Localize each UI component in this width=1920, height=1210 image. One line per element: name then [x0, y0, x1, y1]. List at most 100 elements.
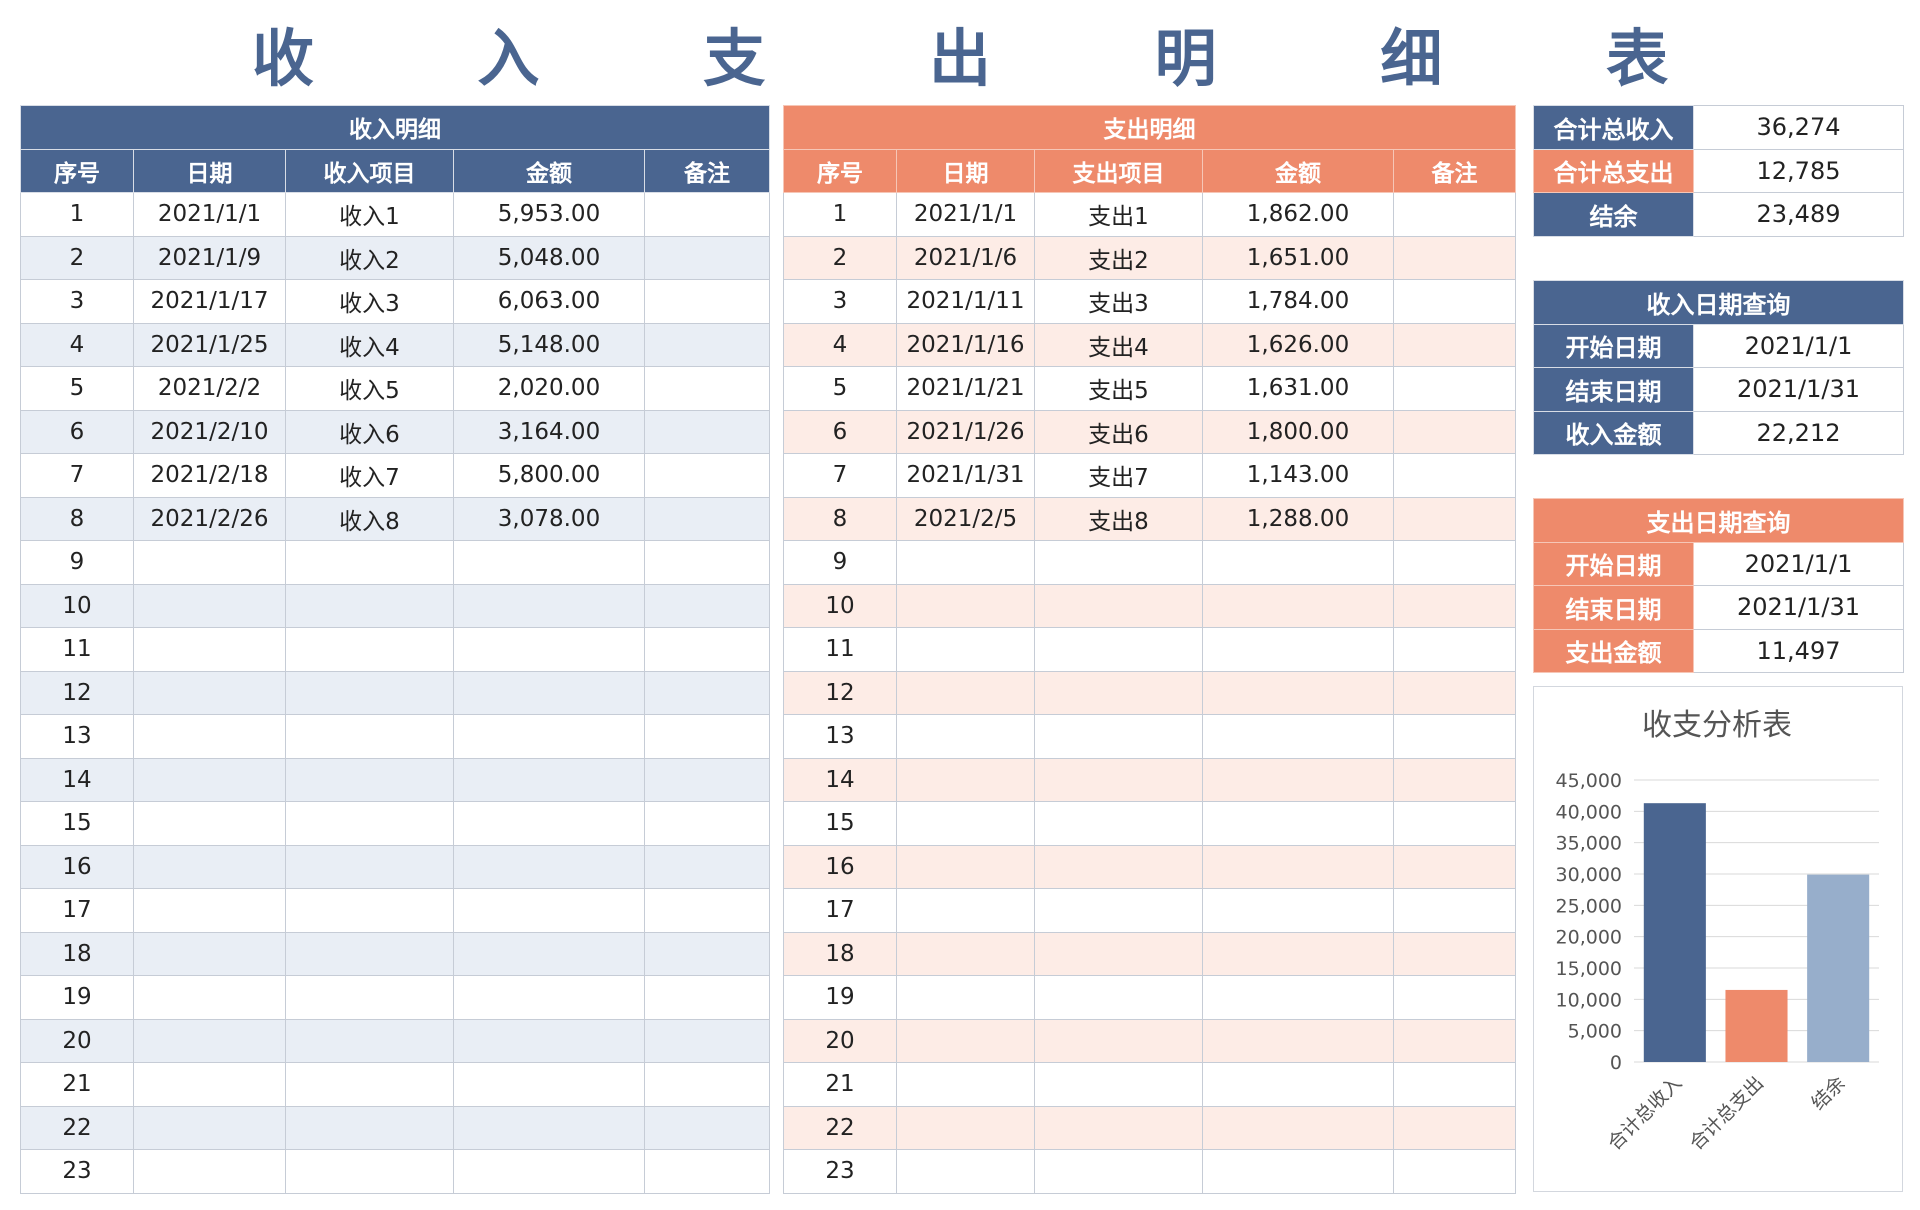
date-cell[interactable]: [896, 627, 1035, 672]
row-number-cell[interactable]: 20: [20, 1018, 134, 1063]
amount-cell[interactable]: [1202, 844, 1394, 889]
date-cell[interactable]: 2021/2/10: [133, 409, 286, 454]
summary-value[interactable]: 23,489: [1693, 192, 1904, 237]
item-cell[interactable]: 支出3: [1034, 279, 1203, 324]
amount-cell[interactable]: [453, 975, 645, 1020]
note-cell[interactable]: [643, 1105, 771, 1150]
row-number-cell[interactable]: 23: [20, 1149, 134, 1194]
item-cell[interactable]: [1034, 801, 1203, 846]
note-cell[interactable]: [643, 975, 771, 1020]
item-cell[interactable]: [285, 714, 454, 759]
note-cell[interactable]: [1392, 975, 1517, 1020]
row-number-cell[interactable]: 21: [20, 1062, 134, 1107]
date-cell[interactable]: [896, 1105, 1035, 1150]
item-cell[interactable]: 收入2: [285, 235, 454, 280]
amount-cell[interactable]: [1202, 540, 1394, 585]
date-cell[interactable]: [133, 844, 286, 889]
row-number-cell[interactable]: 14: [783, 757, 897, 802]
item-cell[interactable]: [1034, 540, 1203, 585]
item-cell[interactable]: [285, 670, 454, 715]
amount-cell[interactable]: 1,800.00: [1202, 409, 1394, 454]
row-number-cell[interactable]: 10: [20, 583, 134, 628]
date-cell[interactable]: 2021/2/18: [133, 453, 286, 498]
query-value[interactable]: 2021/1/1: [1693, 541, 1904, 586]
note-cell[interactable]: [643, 1018, 771, 1063]
item-cell[interactable]: 收入4: [285, 322, 454, 367]
amount-cell[interactable]: [1202, 1062, 1394, 1107]
item-cell[interactable]: [1034, 1062, 1203, 1107]
date-cell[interactable]: [896, 1018, 1035, 1063]
amount-cell[interactable]: [1202, 627, 1394, 672]
item-cell[interactable]: [285, 1062, 454, 1107]
row-number-cell[interactable]: 19: [20, 975, 134, 1020]
item-cell[interactable]: [285, 888, 454, 933]
amount-cell[interactable]: [1202, 1105, 1394, 1150]
note-cell[interactable]: [643, 453, 771, 498]
row-number-cell[interactable]: 16: [783, 844, 897, 889]
row-number-cell[interactable]: 7: [20, 453, 134, 498]
note-cell[interactable]: [1392, 931, 1517, 976]
note-cell[interactable]: [643, 540, 771, 585]
amount-cell[interactable]: [453, 1149, 645, 1194]
date-cell[interactable]: [896, 670, 1035, 715]
item-cell[interactable]: 支出8: [1034, 496, 1203, 541]
query-value[interactable]: 22,212: [1693, 410, 1904, 455]
item-cell[interactable]: 收入3: [285, 279, 454, 324]
note-cell[interactable]: [643, 1149, 771, 1194]
amount-cell[interactable]: 5,048.00: [453, 235, 645, 280]
note-cell[interactable]: [1392, 235, 1517, 280]
item-cell[interactable]: [1034, 1105, 1203, 1150]
note-cell[interactable]: [643, 496, 771, 541]
amount-cell[interactable]: 6,063.00: [453, 279, 645, 324]
item-cell[interactable]: 支出7: [1034, 453, 1203, 498]
note-cell[interactable]: [1392, 366, 1517, 411]
date-cell[interactable]: [133, 1018, 286, 1063]
note-cell[interactable]: [1392, 583, 1517, 628]
row-number-cell[interactable]: 16: [20, 844, 134, 889]
row-number-cell[interactable]: 13: [20, 714, 134, 759]
amount-cell[interactable]: [453, 888, 645, 933]
query-value[interactable]: 2021/1/31: [1693, 585, 1904, 630]
row-number-cell[interactable]: 6: [20, 409, 134, 454]
amount-cell[interactable]: [453, 1018, 645, 1063]
date-cell[interactable]: [133, 931, 286, 976]
date-cell[interactable]: [896, 583, 1035, 628]
row-number-cell[interactable]: 6: [783, 409, 897, 454]
note-cell[interactable]: [643, 714, 771, 759]
item-cell[interactable]: [285, 931, 454, 976]
note-cell[interactable]: [1392, 888, 1517, 933]
amount-cell[interactable]: [1202, 1149, 1394, 1194]
note-cell[interactable]: [1392, 409, 1517, 454]
date-cell[interactable]: [133, 1105, 286, 1150]
row-number-cell[interactable]: 17: [783, 888, 897, 933]
amount-cell[interactable]: 2,020.00: [453, 366, 645, 411]
date-cell[interactable]: [896, 540, 1035, 585]
row-number-cell[interactable]: 17: [20, 888, 134, 933]
item-cell[interactable]: [1034, 627, 1203, 672]
note-cell[interactable]: [643, 279, 771, 324]
row-number-cell[interactable]: 12: [20, 670, 134, 715]
row-number-cell[interactable]: 13: [783, 714, 897, 759]
item-cell[interactable]: [1034, 714, 1203, 759]
row-number-cell[interactable]: 18: [783, 931, 897, 976]
item-cell[interactable]: [1034, 931, 1203, 976]
row-number-cell[interactable]: 10: [783, 583, 897, 628]
note-cell[interactable]: [1392, 1149, 1517, 1194]
item-cell[interactable]: 收入7: [285, 453, 454, 498]
amount-cell[interactable]: [453, 1062, 645, 1107]
date-cell[interactable]: [896, 801, 1035, 846]
amount-cell[interactable]: 5,800.00: [453, 453, 645, 498]
item-cell[interactable]: [285, 627, 454, 672]
date-cell[interactable]: 2021/1/1: [133, 192, 286, 237]
note-cell[interactable]: [643, 409, 771, 454]
date-cell[interactable]: 2021/1/1: [896, 192, 1035, 237]
note-cell[interactable]: [643, 366, 771, 411]
amount-cell[interactable]: 1,651.00: [1202, 235, 1394, 280]
date-cell[interactable]: [133, 888, 286, 933]
amount-cell[interactable]: 3,164.00: [453, 409, 645, 454]
amount-cell[interactable]: [453, 714, 645, 759]
amount-cell[interactable]: 3,078.00: [453, 496, 645, 541]
row-number-cell[interactable]: 15: [783, 801, 897, 846]
row-number-cell[interactable]: 15: [20, 801, 134, 846]
amount-cell[interactable]: [453, 670, 645, 715]
